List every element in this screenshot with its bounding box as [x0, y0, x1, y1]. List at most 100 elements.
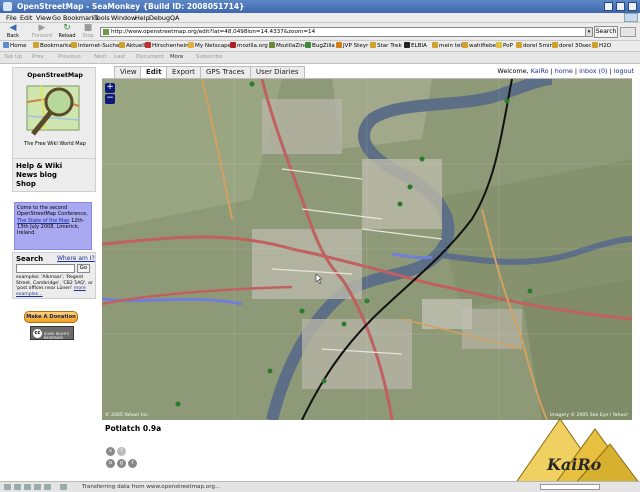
stop-button[interactable]: ■ Stop	[78, 23, 98, 41]
reload-icon: ↻	[63, 23, 71, 33]
page-content: OpenStreetMap The Free Wiki World Map He…	[0, 64, 640, 484]
close-button[interactable]	[628, 2, 637, 11]
bookmark-pop[interactable]: PoP	[496, 42, 513, 51]
bookmark-mein-tele[interactable]: mein tele	[432, 42, 465, 51]
info-icon[interactable]: ?	[117, 447, 126, 456]
site-icon	[336, 42, 342, 48]
menu-tools[interactable]: Tools	[94, 14, 110, 22]
menu-edit[interactable]: Edit	[20, 14, 32, 22]
tab-export[interactable]: Export	[166, 66, 201, 78]
bookmark-home[interactable]: Home	[3, 42, 27, 51]
bookmark-elbia[interactable]: ELBIA	[404, 42, 427, 51]
gps-icon[interactable]: g	[117, 459, 126, 468]
previous-button[interactable]: Previous	[58, 54, 81, 60]
menu-bar: File Edit View Go Bookmarks Tools Window…	[0, 13, 640, 23]
next-button[interactable]: Next	[94, 54, 107, 60]
where-am-i-link[interactable]: Where am I?	[57, 255, 95, 262]
folder-icon	[71, 42, 77, 48]
bookmark-aktuell[interactable]: Aktuell	[119, 42, 145, 51]
tab-gps-traces[interactable]: GPS Traces	[200, 66, 251, 78]
mail-icon[interactable]	[14, 484, 21, 490]
bookmark-h2o[interactable]: H2O	[592, 42, 611, 51]
offline-icon[interactable]	[60, 484, 67, 490]
bookmark-dorel-5min[interactable]: dorel 5min	[516, 42, 553, 51]
search-box: Search Where am I? Go examples: 'Alkmaar…	[12, 252, 96, 299]
tab-user-diaries[interactable]: User Diaries	[250, 66, 305, 78]
menu-debug[interactable]: Debug	[149, 14, 170, 22]
search-button[interactable]: Search	[594, 26, 618, 38]
url-dropdown-button[interactable]: ▾	[585, 27, 593, 37]
bookmark-mozilla-org[interactable]: mozilla.org	[230, 42, 268, 51]
document-button[interactable]: Document	[136, 54, 164, 60]
tab-up-button[interactable]: Tab Up	[4, 54, 22, 60]
tools-icon[interactable]: t	[128, 459, 137, 468]
last-button[interactable]: Last	[114, 54, 125, 60]
tab-edit[interactable]: Edit	[140, 66, 168, 78]
zoom-in-button[interactable]: +	[105, 83, 115, 93]
reload-button[interactable]: ↻ Reload	[57, 23, 77, 41]
menu-qa[interactable]: QA	[170, 14, 179, 22]
home-link[interactable]: home	[555, 67, 573, 75]
menu-help[interactable]: Help	[135, 14, 150, 22]
map-copyright: © 2005 Yahoo! Inc.	[105, 413, 150, 418]
cc-icon: cc	[33, 329, 42, 338]
search-input[interactable]	[16, 264, 75, 273]
navigator-icon[interactable]	[4, 484, 11, 490]
irc-icon[interactable]	[44, 484, 51, 490]
composer-icon[interactable]	[24, 484, 31, 490]
folder-icon	[462, 42, 468, 48]
menu-file[interactable]: File	[6, 14, 17, 22]
search-engine-selector[interactable]	[620, 27, 636, 37]
donate-button[interactable]: Make A Donation	[24, 311, 78, 323]
close-x-icon[interactable]: x	[106, 447, 115, 456]
bookmark-hirschenhein[interactable]: Hirschenhein	[145, 42, 189, 51]
map-canvas[interactable]: + − © 2005 Yahoo! Inc. Imagery © 2005 Se…	[102, 79, 632, 420]
bookmark-wahlfieber[interactable]: wahlfieber	[462, 42, 498, 51]
search-title: Search	[16, 255, 44, 263]
search-examples: examples: 'Alkmaar', 'Regent Street, Cam…	[16, 275, 93, 297]
shop-link[interactable]: Shop	[16, 180, 36, 188]
bookmarks-toolbar: Home Bookmarks Internet-Suche Aktuell Hi…	[0, 41, 640, 52]
menu-go[interactable]: Go	[52, 14, 61, 22]
help-wiki-link[interactable]: Help & Wiki	[16, 162, 62, 170]
user-name-link[interactable]: KaiRo	[531, 67, 549, 75]
bookmark-bookmarks[interactable]: Bookmarks	[33, 42, 71, 51]
back-arrow-icon: ◀	[9, 23, 17, 33]
bookmark-bugzilla[interactable]: BugZilla	[305, 42, 335, 51]
options-icon[interactable]: o	[106, 459, 115, 468]
throbber-icon[interactable]	[624, 13, 638, 22]
window-title: OpenStreetMap - SeaMonkey {Build ID: 200…	[17, 2, 245, 11]
warning-icon	[496, 42, 502, 48]
menu-window[interactable]: Window	[111, 14, 136, 22]
site-icon	[188, 42, 194, 48]
more-button[interactable]: More	[170, 54, 183, 60]
bookmark-star-trek[interactable]: Star Trek	[370, 42, 402, 51]
logout-link[interactable]: logout	[614, 67, 634, 75]
back-button[interactable]: ◀ Back	[3, 23, 23, 41]
maximize-button[interactable]	[616, 2, 625, 11]
tab-view[interactable]: View	[114, 66, 143, 78]
news-blog-link[interactable]: News blog	[16, 171, 57, 179]
inbox-link[interactable]: inbox (0)	[579, 67, 607, 75]
url-bar[interactable]: http://www.openstreetmap.org/edit?lat=48…	[100, 27, 586, 37]
subscribe-button[interactable]: Subscribe	[196, 54, 223, 60]
osm-logo-box[interactable]: OpenStreetMap The Free Wiki World Map	[12, 67, 96, 159]
prev-button[interactable]: Prev	[32, 54, 44, 60]
folder-icon	[33, 42, 39, 48]
state-of-the-map-link[interactable]: The State of the Map	[17, 218, 69, 224]
minimize-button[interactable]	[604, 2, 613, 11]
menu-view[interactable]: View	[36, 14, 51, 22]
bookmark-mozillazine[interactable]: MozillaZine	[269, 42, 308, 51]
tab-navigation-toolbar: Tab Up Prev Previous Next Last Document …	[0, 52, 640, 64]
bookmark-internet-suche[interactable]: Internet-Suche	[71, 42, 119, 51]
logo-title: OpenStreetMap	[27, 72, 83, 79]
bookmark-my-netscape[interactable]: My Netscape	[188, 42, 231, 51]
bookmark-jvp-steyr[interactable]: JVP Steyr	[336, 42, 368, 51]
addressbook-icon[interactable]	[34, 484, 41, 490]
bookmark-dorel-30sec[interactable]: dorel 30sec	[552, 42, 591, 51]
folder-icon	[432, 42, 438, 48]
forward-button[interactable]: ▶ Forward	[32, 23, 52, 41]
go-button[interactable]: Go	[77, 264, 90, 273]
creative-commons-badge[interactable]: cc SOME RIGHTS RESERVED	[30, 326, 74, 340]
zoom-out-button[interactable]: −	[105, 94, 115, 104]
